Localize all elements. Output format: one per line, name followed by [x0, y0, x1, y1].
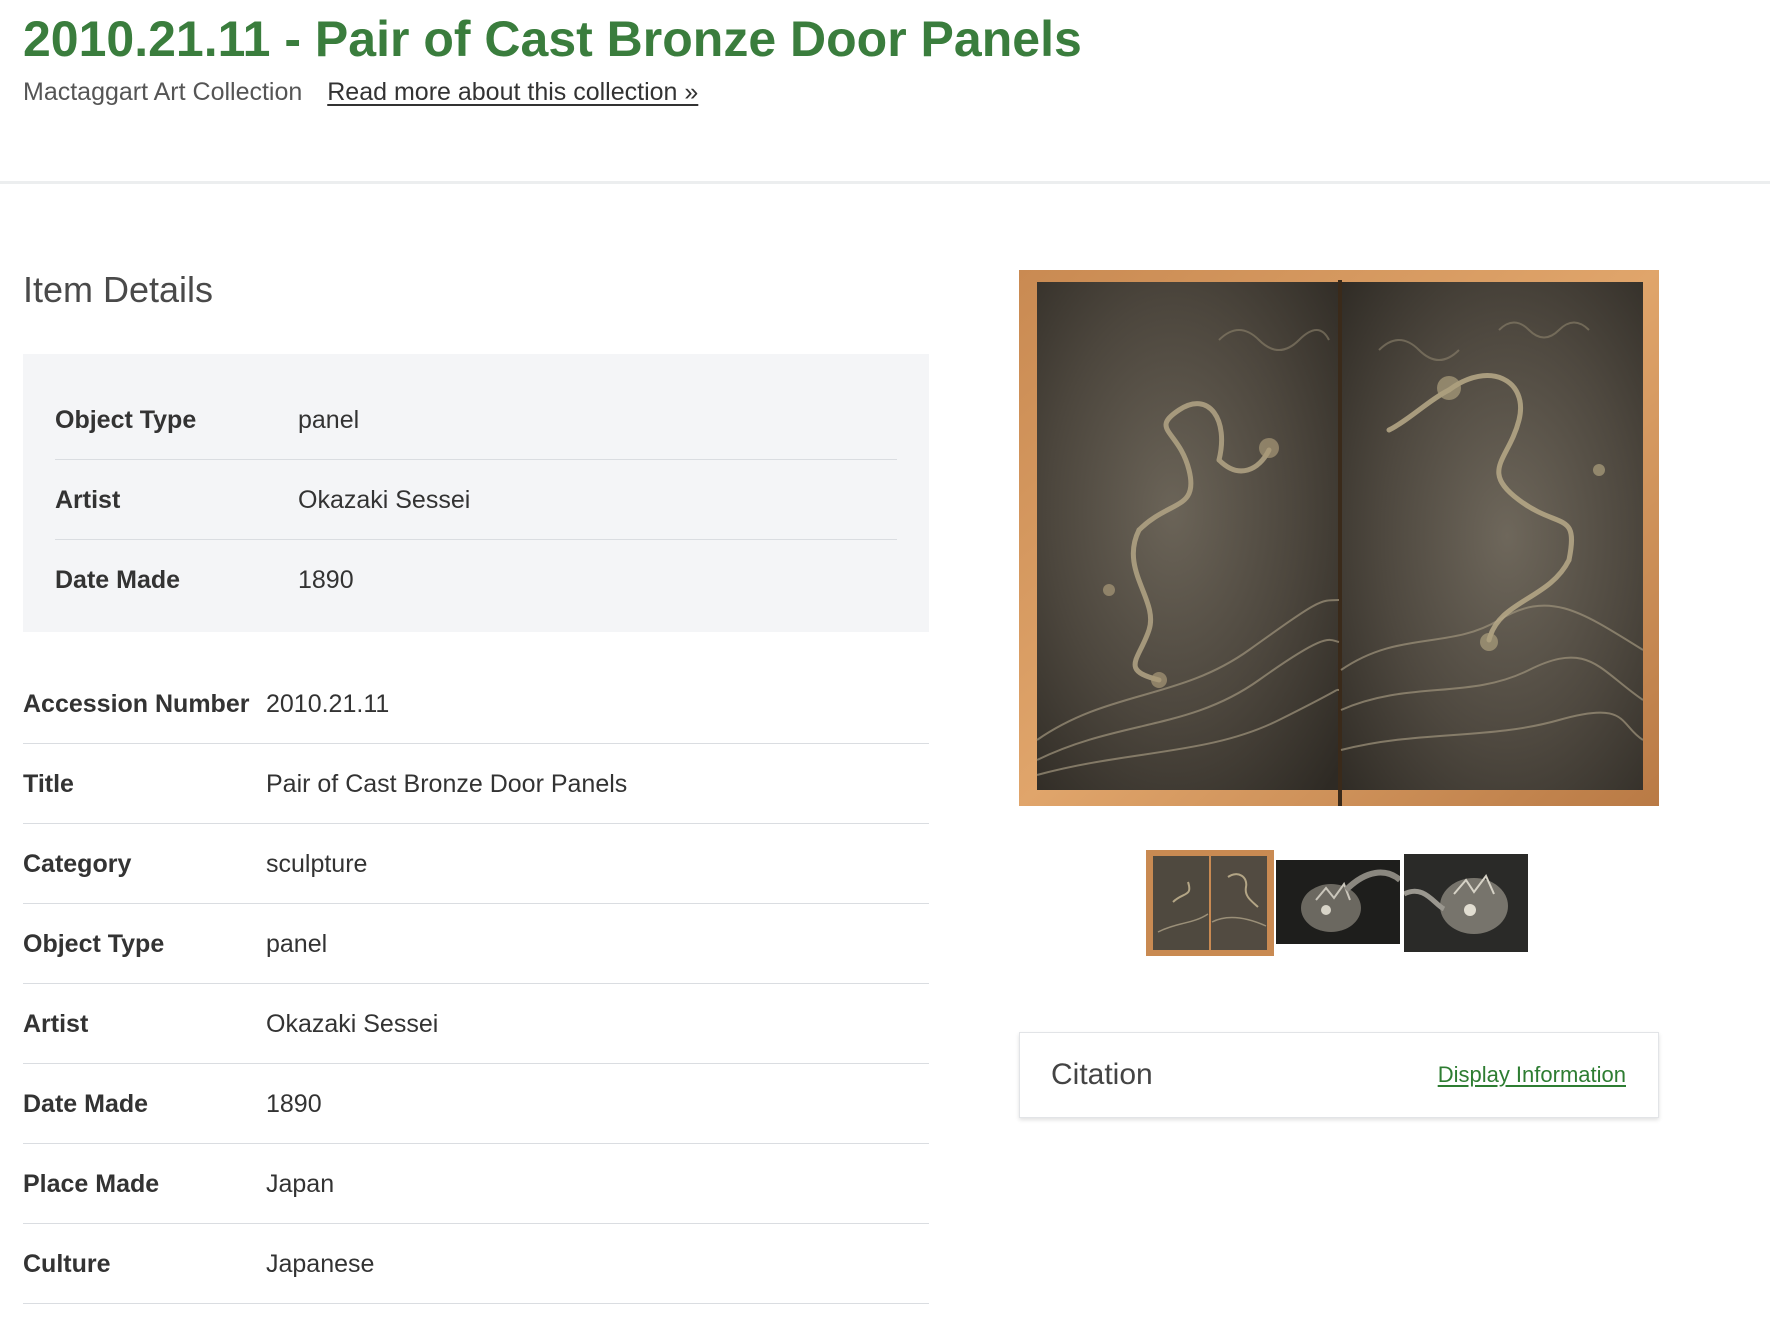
detail-value: sculpture [266, 850, 368, 878]
detail-value: Pair of Cast Bronze Door Panels [266, 770, 628, 798]
detail-value: 1890 [266, 1090, 322, 1118]
detail-label: Category [23, 850, 132, 878]
citation-title: Citation [1051, 1058, 1153, 1091]
detail-row: Date Made 1890 [23, 1064, 929, 1144]
detail-row: Object Type panel [23, 904, 929, 984]
detail-value: Japanese [266, 1250, 375, 1278]
main-artwork-image[interactable] [1019, 270, 1659, 806]
detail-row: Place Made Japan [23, 1144, 929, 1224]
page-header: 2010.21.11 - Pair of Cast Bronze Door Pa… [0, 0, 1770, 184]
detail-label: Accession Number [23, 690, 250, 718]
item-details-list: Accession Number 2010.21.11 Title Pair o… [23, 664, 929, 1304]
read-more-collection-link[interactable]: Read more about this collection » [327, 78, 698, 106]
collection-line: Mactaggart Art Collection Read more abou… [23, 76, 698, 108]
detail-label: Date Made [23, 1090, 149, 1118]
detail-label: Culture [23, 1250, 111, 1278]
detail-value: 2010.21.11 [266, 690, 390, 718]
page-title: 2010.21.11 - Pair of Cast Bronze Door Pa… [23, 11, 1082, 67]
item-details-heading: Item Details [23, 269, 214, 310]
collection-name: Mactaggart Art Collection [23, 78, 303, 106]
detail-label: Title [23, 770, 74, 798]
detail-value: Japan [266, 1170, 335, 1198]
detail-value: panel [266, 930, 328, 958]
summary-value: Okazaki Sessei [298, 486, 471, 514]
thumbnail-door-panels[interactable] [1146, 850, 1274, 956]
summary-rows: Object Type panel Artist Okazaki Sessei … [55, 380, 897, 620]
summary-row: Object Type panel [55, 380, 897, 460]
detail-row: Category sculpture [23, 824, 929, 904]
summary-value: 1890 [298, 566, 354, 594]
item-summary-box: Object Type panel Artist Okazaki Sessei … [23, 354, 929, 632]
summary-label: Date Made [55, 566, 181, 594]
thumbnail-dragon-detail-2[interactable] [1404, 854, 1528, 952]
thumbnail-dragon-detail-1[interactable] [1276, 860, 1400, 944]
summary-label: Object Type [55, 406, 197, 434]
detail-value: Okazaki Sessei [266, 1010, 439, 1038]
detail-label: Artist [23, 1010, 89, 1038]
summary-row: Artist Okazaki Sessei [55, 460, 897, 540]
detail-label: Object Type [23, 930, 165, 958]
detail-row: Artist Okazaki Sessei [23, 984, 929, 1064]
citation-card: Citation Display Information [1019, 1032, 1659, 1118]
detail-label: Place Made [23, 1170, 160, 1198]
detail-row: Title Pair of Cast Bronze Door Panels [23, 744, 929, 824]
detail-row: Accession Number 2010.21.11 [23, 664, 929, 744]
summary-label: Artist [55, 486, 121, 514]
detail-row: Culture Japanese [23, 1224, 929, 1304]
display-information-link[interactable]: Display Information [1438, 1033, 1626, 1117]
summary-row: Date Made 1890 [55, 540, 897, 620]
summary-value: panel [298, 406, 360, 434]
